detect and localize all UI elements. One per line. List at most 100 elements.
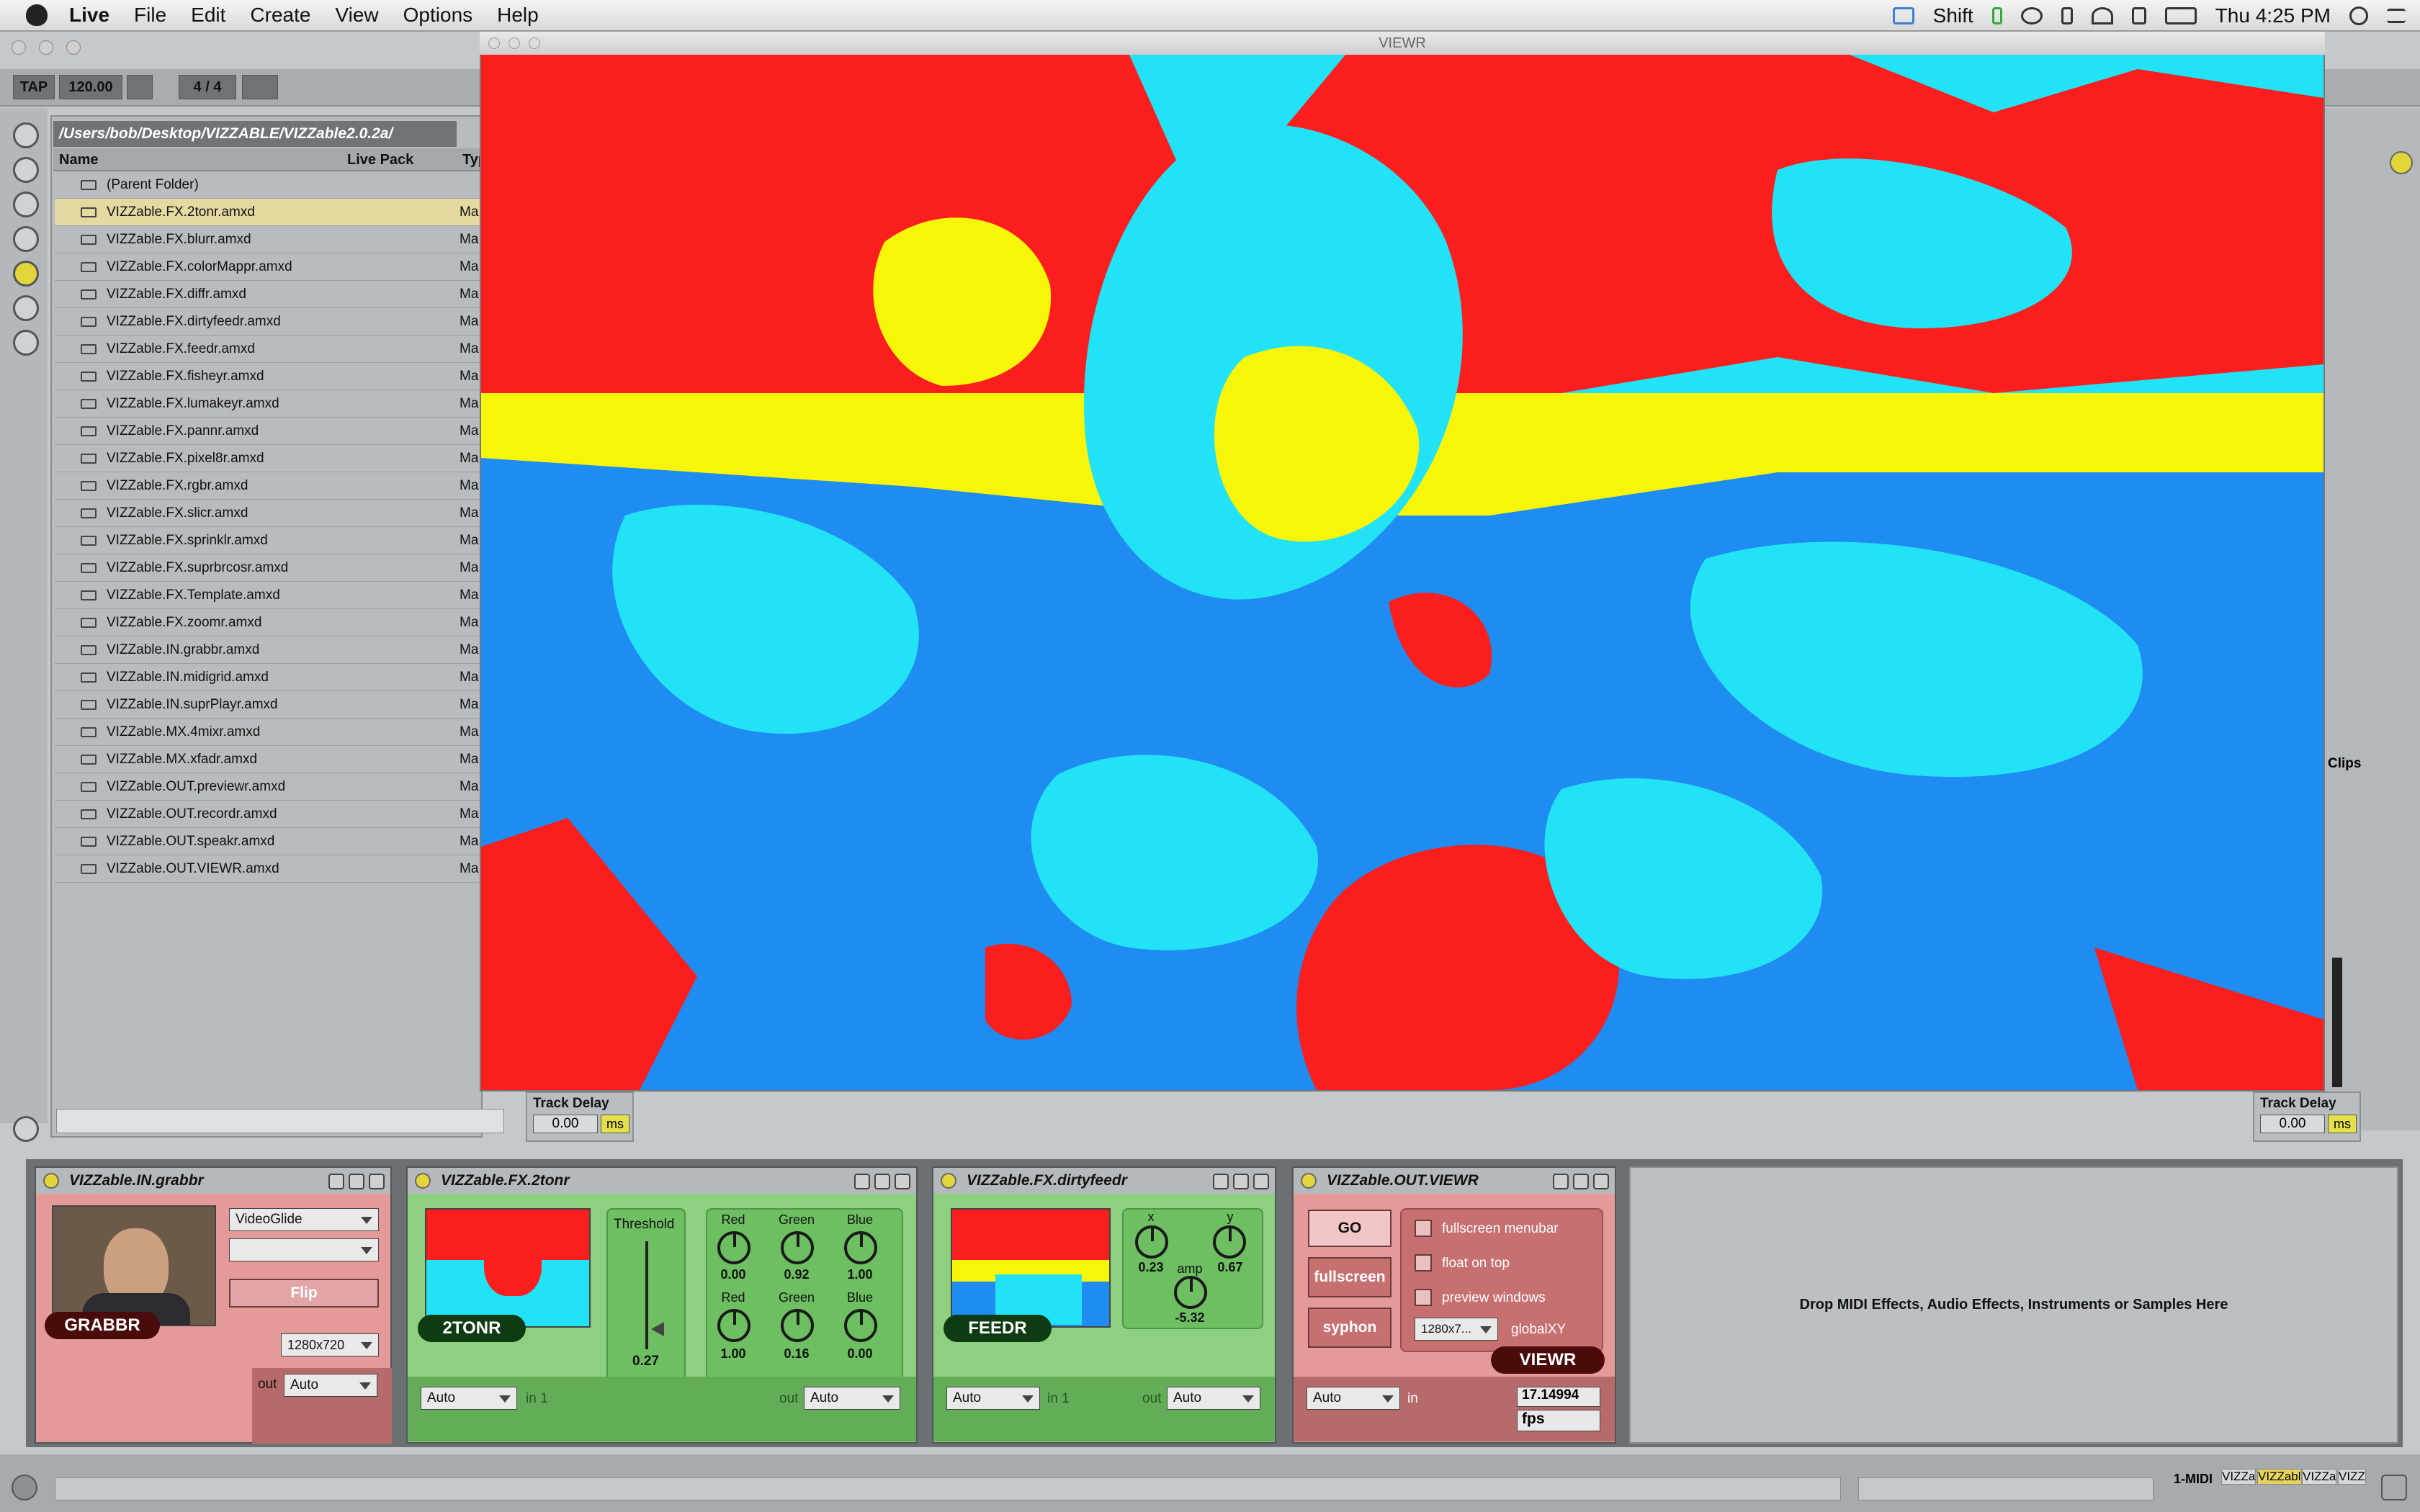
spotlight-search-icon[interactable] (2349, 6, 2368, 25)
folder-browser-icon[interactable] (13, 295, 39, 321)
tempo-field[interactable]: 120.00 (59, 75, 122, 99)
browser-path[interactable]: /Users/bob/Desktop/VIZZABLE/VIZZable2.0.… (53, 121, 457, 147)
device-power-icon[interactable] (43, 1173, 59, 1189)
file-row[interactable]: VIZZable.FX.Template.amxd Ma (55, 582, 483, 609)
save-icon[interactable] (1593, 1174, 1609, 1189)
file-row[interactable]: VIZZable.OUT.recordr.amxd Ma (55, 801, 483, 828)
x-knob[interactable] (1135, 1225, 1168, 1259)
red-2-knob[interactable] (717, 1309, 750, 1342)
file-row[interactable]: VIZZable.OUT.speakr.amxd Ma (55, 828, 483, 855)
wifi-icon[interactable] (2091, 7, 2113, 24)
device-power-icon[interactable] (941, 1173, 956, 1189)
blue-1-knob[interactable] (844, 1231, 877, 1264)
file-row[interactable]: VIZZable.FX.sprinklr.amxd Ma (55, 527, 483, 554)
apple-menu-icon[interactable] (26, 4, 48, 26)
settings-icon[interactable] (349, 1174, 364, 1189)
window-close-button[interactable] (12, 40, 26, 55)
fold-icon[interactable] (854, 1174, 870, 1189)
browser-search-input[interactable] (56, 1109, 504, 1133)
library-browser-icon[interactable] (13, 226, 39, 252)
clip-tab[interactable]: VIZZ (2338, 1469, 2366, 1485)
file-row[interactable]: VIZZable.OUT.VIEWR.amxd Ma (55, 855, 483, 883)
go-button[interactable]: GO (1308, 1210, 1392, 1247)
track-delay-unit-button[interactable]: ms (2328, 1115, 2357, 1133)
video-source-select[interactable]: VideoGlide (229, 1208, 379, 1231)
window-zoom-button[interactable] (66, 40, 81, 55)
menu-clock[interactable]: Thu 4:25 PM (2215, 4, 2331, 27)
fold-icon[interactable] (1553, 1174, 1569, 1189)
fold-icon[interactable] (1213, 1174, 1229, 1189)
user-name[interactable]: Shift (1933, 4, 1973, 27)
input-routing-select[interactable]: Auto (421, 1387, 517, 1410)
devices-browser-icon[interactable] (13, 157, 39, 183)
viewr-minimize-button[interactable] (508, 37, 520, 49)
column-live-pack[interactable]: Live Pack (347, 152, 413, 168)
clip-tab[interactable]: VIZZa (2221, 1469, 2257, 1485)
bluetooth-icon[interactable] (2061, 7, 2073, 24)
nudge-icon[interactable] (127, 75, 153, 99)
column-name[interactable]: Name (59, 152, 98, 168)
file-row[interactable]: VIZZable.IN.grabbr.amxd Ma (55, 636, 483, 664)
settings-icon[interactable] (1233, 1174, 1249, 1189)
file-row[interactable]: VIZZable.FX.slicr.amxd Ma (55, 500, 483, 527)
menu-create[interactable]: Create (250, 4, 310, 27)
file-row[interactable]: VIZZable.FX.dirtyfeedr.amxd Ma (55, 308, 483, 336)
menu-file[interactable]: File (134, 4, 166, 27)
fullscreen-button[interactable]: fullscreen (1308, 1257, 1392, 1297)
syphon-button[interactable]: syphon (1308, 1308, 1392, 1348)
file-row[interactable]: VIZZable.OUT.previewr.amxd Ma (55, 773, 483, 801)
file-row[interactable]: VIZZable.MX.4mixr.amxd Ma (55, 719, 483, 746)
save-icon[interactable] (369, 1174, 385, 1189)
threshold-slider[interactable] (645, 1241, 648, 1349)
save-icon[interactable] (895, 1174, 910, 1189)
y-knob[interactable] (1213, 1225, 1246, 1259)
file-row[interactable]: VIZZable.FX.blurr.amxd Ma (55, 226, 483, 253)
file-row[interactable]: VIZZable.FX.2tonr.amxd Ma (55, 199, 483, 226)
clip-tab[interactable]: VIZZabl (2257, 1469, 2302, 1485)
file-row[interactable]: VIZZable.FX.zoomr.amxd Ma (55, 609, 483, 636)
viewr-close-button[interactable] (488, 37, 500, 49)
metronome-icon[interactable] (242, 75, 278, 99)
viewr-resolution-select[interactable]: 1280x7... (1415, 1318, 1498, 1341)
battery-icon[interactable] (2164, 7, 2197, 24)
track-delay-input[interactable]: 0.00 (533, 1115, 598, 1133)
menu-view[interactable]: View (335, 4, 378, 27)
settings-icon[interactable] (1573, 1174, 1589, 1189)
green-1-knob[interactable] (781, 1231, 814, 1264)
track-delay-unit-button[interactable]: ms (601, 1115, 629, 1133)
fold-icon[interactable] (328, 1174, 344, 1189)
file-row[interactable]: VIZZable.FX.colorMappr.amxd Ma (55, 253, 483, 281)
float-on-top-checkbox[interactable] (1415, 1254, 1432, 1272)
file-row[interactable]: VIZZable.MX.xfadr.amxd Ma (55, 746, 483, 773)
clip-tab[interactable]: VIZZa (2302, 1469, 2337, 1485)
blue-2-knob[interactable] (844, 1309, 877, 1342)
files-browser-icon[interactable] (13, 261, 39, 287)
time-machine-icon[interactable] (2020, 7, 2043, 24)
red-1-knob[interactable] (717, 1231, 750, 1264)
play-browser-icon[interactable] (13, 122, 39, 148)
file-row[interactable]: VIZZable.FX.fisheyr.amxd Ma (55, 363, 483, 390)
notification-center-icon[interactable] (2387, 9, 2406, 23)
file-row[interactable]: VIZZable.FX.diffr.amxd Ma (55, 281, 483, 308)
resolution-select[interactable]: 1280x720 (281, 1333, 379, 1356)
file-row[interactable]: VIZZable.IN.suprPlayr.amxd Ma (55, 691, 483, 719)
tap-tempo-button[interactable]: TAP (13, 75, 55, 99)
file-row[interactable]: VIZZable.FX.pannr.amxd Ma (55, 418, 483, 445)
show-detail-view-icon[interactable] (2381, 1475, 2407, 1500)
time-signature-field[interactable]: 4 / 4 (179, 75, 236, 99)
plugins-browser-icon[interactable] (13, 192, 39, 217)
track-delay-input[interactable]: 0.00 (2260, 1115, 2325, 1133)
amp-knob[interactable] (1174, 1276, 1207, 1309)
help-view-icon[interactable] (13, 1116, 39, 1142)
file-row[interactable]: VIZZable.FX.lumakeyr.amxd Ma (55, 390, 483, 418)
green-2-knob[interactable] (781, 1309, 814, 1342)
device-power-icon[interactable] (415, 1173, 431, 1189)
device-select[interactable] (229, 1238, 379, 1261)
dropbox-icon[interactable] (1892, 7, 1914, 24)
file-row[interactable]: VIZZable.FX.feedr.amxd Ma (55, 336, 483, 363)
file-row[interactable]: VIZZable.FX.pixel8r.amxd Ma (55, 445, 483, 472)
window-minimize-button[interactable] (39, 40, 53, 55)
show-info-view-icon[interactable] (12, 1475, 37, 1500)
threshold-slider-handle[interactable] (651, 1322, 664, 1336)
device-drop-zone[interactable]: Drop MIDI Effects, Audio Effects, Instru… (1629, 1166, 2398, 1444)
